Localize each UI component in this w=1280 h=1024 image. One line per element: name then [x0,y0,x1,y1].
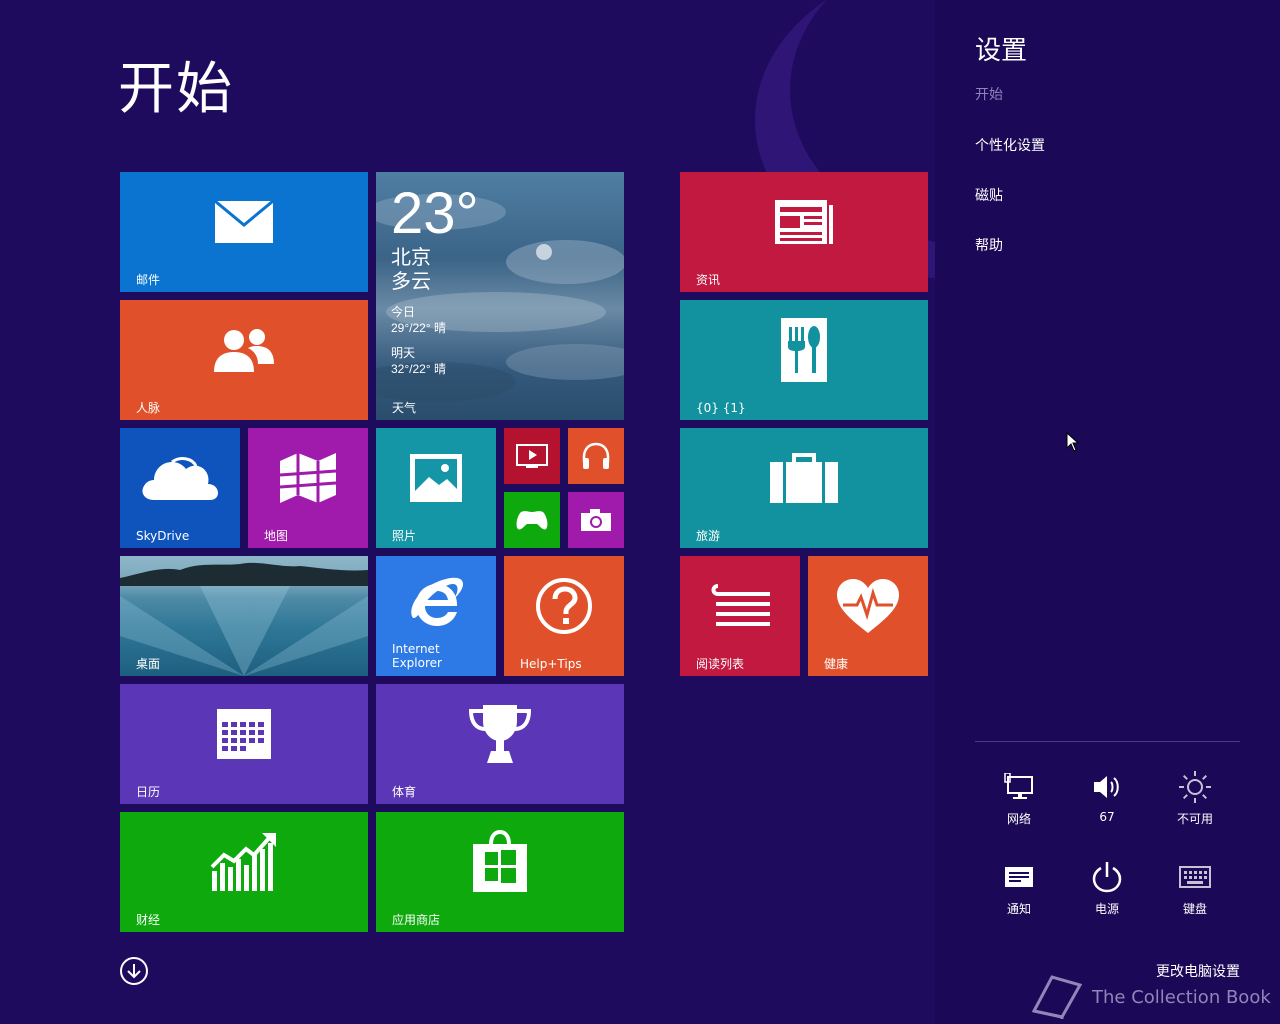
camera-icon [568,492,624,548]
watermark: The Collection Book [1030,975,1271,1019]
tile-label: 邮件 [136,273,161,287]
keyboard-icon [1160,860,1230,894]
finance-chart-icon [120,812,368,912]
help-icon [504,556,624,656]
quick-setting-keyboard[interactable]: 键盘 [1160,860,1230,917]
all-apps-button[interactable] [120,957,148,985]
tile-photos[interactable]: 照片 [376,428,496,548]
tile-label: 照片 [392,529,417,543]
tile-label: 体育 [392,785,417,799]
tile-label: 人脉 [136,401,161,415]
internet-explorer-icon [376,556,496,648]
tile-label: 应用商店 [392,913,441,927]
weather-temperature: 23° [391,181,479,246]
tile-label: 财经 [136,913,161,927]
volume-icon [1072,770,1142,804]
tile-label: 阅读列表 [696,657,745,671]
tile-food[interactable]: {0} {1} [680,300,928,420]
gamepad-icon [504,492,560,548]
tile-music[interactable] [568,428,624,484]
tile-travel[interactable]: 旅游 [680,428,928,548]
quick-setting-power[interactable]: 电源 [1072,860,1142,917]
tile-mail[interactable]: 邮件 [120,172,368,292]
tile-news[interactable]: 资讯 [680,172,928,292]
tile-label: Internet Explorer [392,642,442,670]
tile-label: SkyDrive [136,529,190,543]
quick-setting-volume[interactable]: 67 [1072,770,1142,824]
tile-health[interactable]: 健康 [808,556,928,676]
network-icon [984,770,1054,804]
cloud-icon [120,428,240,528]
weather-city: 北京 [391,247,431,269]
tile-label: 健康 [824,657,849,671]
tile-camera[interactable] [568,492,624,548]
tile-maps[interactable]: 地图 [248,428,368,548]
tile-desktop[interactable]: 桌面 [120,556,368,676]
tile-label: 天气 [392,401,417,415]
mouse-cursor-icon [1066,431,1080,456]
brightness-icon [1160,770,1230,804]
video-icon [504,428,560,484]
tiles-link[interactable]: 磁贴 [975,185,1003,205]
tile-people[interactable]: 人脉 [120,300,368,420]
quick-setting-brightness[interactable]: 不可用 [1160,770,1230,827]
settings-subtitle: 开始 [975,87,1003,103]
store-bag-icon [376,812,624,912]
photo-icon [376,428,496,528]
tile-games[interactable] [504,492,560,548]
mail-icon [120,172,368,272]
tile-finance[interactable]: 财经 [120,812,368,932]
weather-tomorrow-label: 明天 [391,346,416,360]
weather-today-label: 今日 [391,305,416,319]
headphones-icon [568,428,624,484]
tile-reading-list[interactable]: 阅读列表 [680,556,800,676]
weather-today: 29°/22° 晴 [391,321,446,335]
utensils-icon [680,300,928,400]
tile-sports[interactable]: 体育 [376,684,624,804]
tile-help-tips[interactable]: Help+Tips [504,556,624,676]
heart-icon [808,556,928,656]
settings-charm-pane: 设置 开始 个性化设置 磁贴 帮助 网络 67 不可用 通知 电源 键盘 更改电… [935,0,1280,1024]
trophy-icon [376,684,624,784]
tile-skydrive[interactable]: SkyDrive [120,428,240,548]
book-icon [1031,975,1082,1019]
tile-label: 桌面 [136,657,161,671]
news-icon [680,172,928,272]
weather-tomorrow: 32°/22° 晴 [391,362,446,376]
tile-video[interactable] [504,428,560,484]
tile-label: 日历 [136,785,161,799]
quick-setting-network[interactable]: 网络 [984,770,1054,827]
settings-title: 设置 [975,36,1028,66]
suitcase-icon [680,428,928,528]
tile-internet-explorer[interactable]: Internet Explorer [376,556,496,676]
notifications-icon [984,860,1054,894]
personalize-link[interactable]: 个性化设置 [975,135,1045,155]
tile-calendar[interactable]: 日历 [120,684,368,804]
reading-list-icon [680,556,800,656]
weather-condition: 多云 [391,271,431,293]
tile-label: 地图 [264,529,289,543]
tile-weather[interactable]: 23° 北京 多云 今日 29°/22° 晴 明天 32°/22° 晴 天气 [376,172,624,420]
divider [975,741,1240,742]
tile-label: {0} {1} [696,401,746,415]
tile-label: 旅游 [696,529,721,543]
tile-label: 资讯 [696,273,721,287]
people-icon [120,300,368,400]
calendar-icon [120,684,368,784]
start-title: 开始 [118,57,234,122]
map-icon [248,428,368,528]
quick-setting-notifications[interactable]: 通知 [984,860,1054,917]
arrow-down-icon [127,964,141,979]
power-icon [1072,860,1142,894]
help-link[interactable]: 帮助 [975,235,1003,255]
tile-label: Help+Tips [520,657,582,671]
tile-store[interactable]: 应用商店 [376,812,624,932]
